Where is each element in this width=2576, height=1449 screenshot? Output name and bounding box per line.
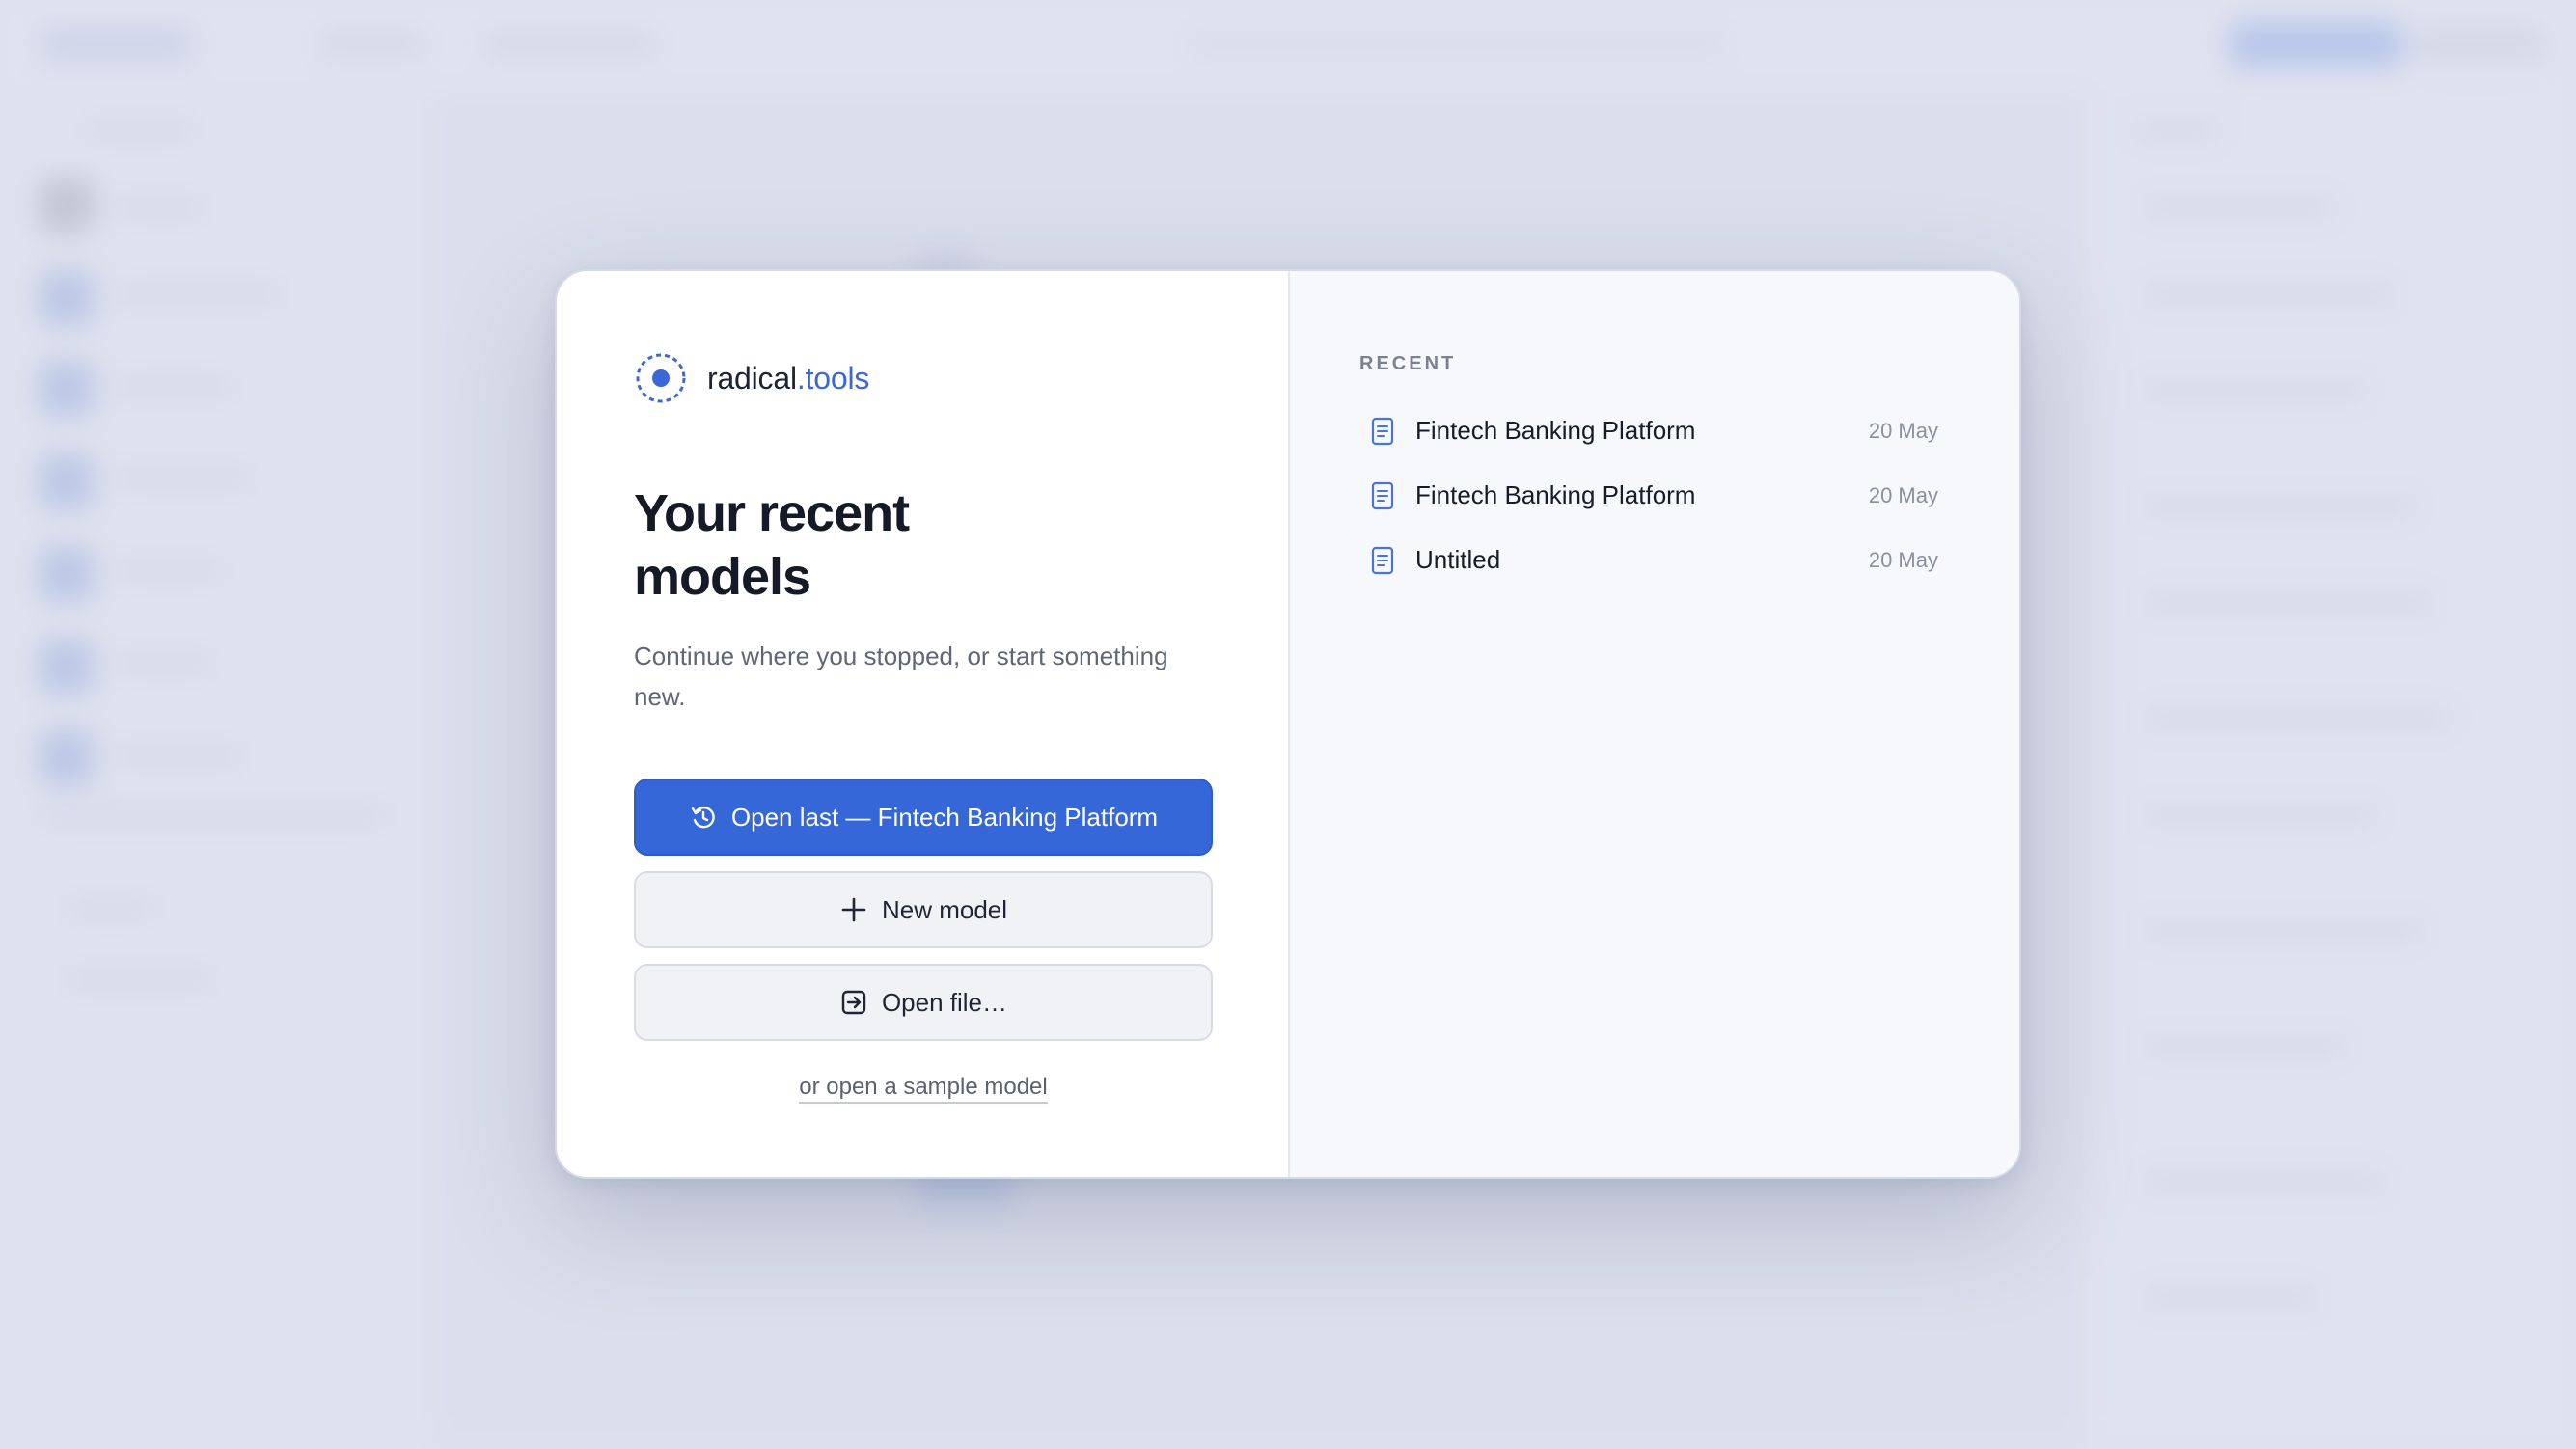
recent-heading: RECENT — [1359, 353, 1457, 374]
page-title: Your recent models — [634, 484, 910, 606]
recent-item-name: Untitled — [1415, 545, 1501, 574]
history-icon — [691, 806, 715, 829]
recent-item-date: 20 May — [1868, 547, 1938, 572]
recent-item[interactable]: Untitled 20 May — [1359, 528, 1938, 592]
plus-icon — [841, 897, 866, 922]
document-icon — [1371, 417, 1394, 445]
open-sample-link[interactable]: or open a sample model — [634, 1074, 1213, 1104]
welcome-modal: radical.tools Your recent models Continu… — [555, 269, 2021, 1179]
page-subtitle: Continue where you stopped, or start som… — [634, 642, 1168, 711]
recent-list: Fintech Banking Platform 20 May Fintech … — [1359, 398, 1938, 592]
recent-panel: RECENT Fintech Banking Platform 20 May F… — [1290, 271, 2019, 1177]
open-last-label: Open last — Fintech Banking Platform — [730, 802, 1159, 832]
welcome-panel: radical.tools Your recent models Continu… — [557, 271, 1290, 1177]
recent-item-date: 20 May — [1868, 418, 1938, 443]
brand-name: radical.tools — [707, 361, 869, 396]
open-file-button[interactable]: Open file… — [634, 964, 1213, 1041]
open-last-button[interactable]: Open last — Fintech Banking Platform — [634, 779, 1213, 856]
recent-item-date: 20 May — [1868, 482, 1938, 507]
open-sample-link-label: or open a sample model — [799, 1074, 1048, 1104]
radical-logo-icon — [636, 353, 686, 403]
new-model-button[interactable]: New model — [634, 871, 1213, 948]
document-icon — [1371, 481, 1394, 509]
recent-item-name: Fintech Banking Platform — [1415, 416, 1696, 445]
document-icon — [1371, 546, 1394, 574]
brand-name-main: radical — [707, 360, 797, 396]
recent-item[interactable]: Fintech Banking Platform 20 May — [1359, 398, 1938, 463]
recent-item-name: Fintech Banking Platform — [1415, 480, 1696, 509]
recent-item[interactable]: Fintech Banking Platform 20 May — [1359, 463, 1938, 528]
new-model-label: New model — [881, 894, 1008, 924]
open-file-label: Open file… — [881, 987, 1008, 1017]
brand: radical.tools — [634, 350, 1211, 406]
import-icon — [841, 990, 866, 1015]
brand-name-accent: .tools — [796, 360, 870, 396]
